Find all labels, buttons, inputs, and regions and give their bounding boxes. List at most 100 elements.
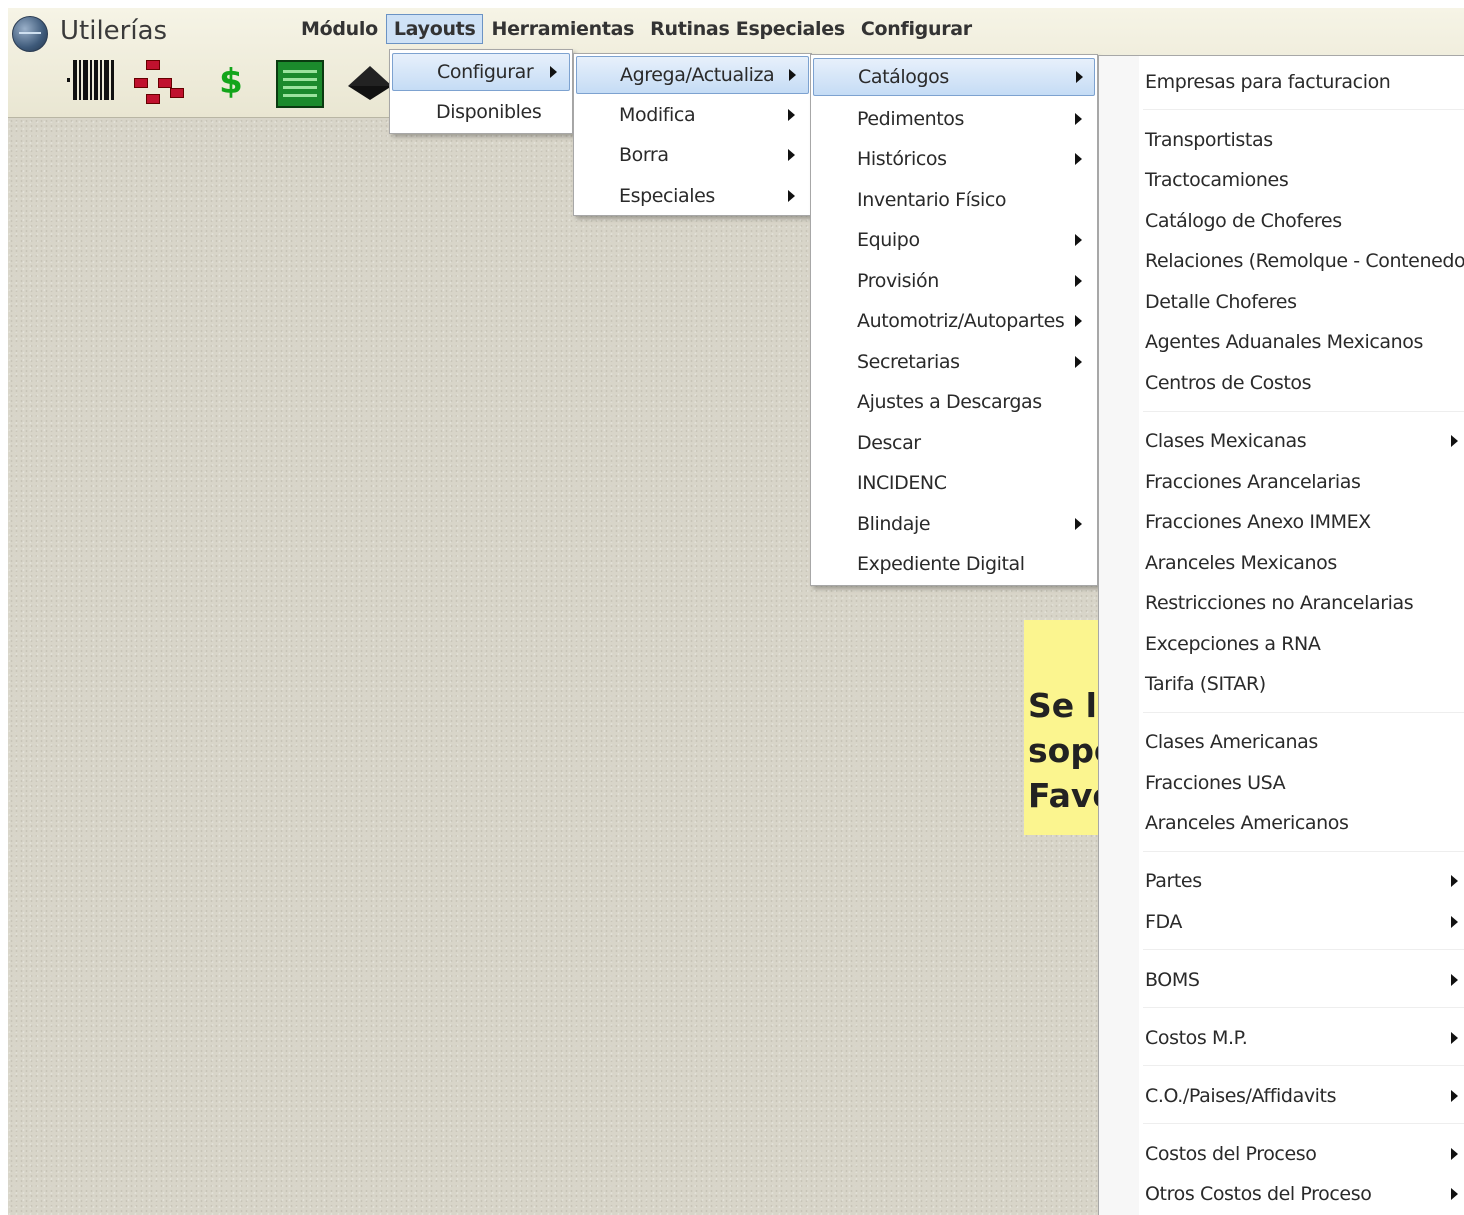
- menu-item-historicos[interactable]: Históricos: [813, 141, 1095, 177]
- submenu-arrow-icon: [1075, 518, 1082, 530]
- menu-item-fracciones-usa[interactable]: Fracciones USA: [1101, 765, 1462, 801]
- menu-item-label: Inventario Físico: [857, 189, 1007, 211]
- menu-item-secretarias[interactable]: Secretarias: [813, 344, 1095, 380]
- menu-item-label: Otros Costos del Proceso: [1145, 1183, 1372, 1205]
- submenu-arrow-icon: [1451, 916, 1458, 928]
- menu-separator: [1143, 411, 1464, 413]
- menu-item-label: Configurar: [437, 61, 534, 83]
- ledger-icon[interactable]: [276, 60, 324, 108]
- menu-item-label: Centros de Costos: [1145, 372, 1312, 394]
- menu-item-label: Excepciones a RNA: [1145, 633, 1321, 655]
- menu-item-equipo[interactable]: Equipo: [813, 222, 1095, 258]
- menu-item-co-paises-affidavits[interactable]: C.O./Paises/Affidavits: [1101, 1078, 1462, 1114]
- submenu-arrow-icon: [788, 149, 795, 161]
- menu-item-boms[interactable]: BOMS: [1101, 962, 1462, 998]
- menu-item-label: Expediente Digital: [857, 553, 1025, 575]
- menu-item-pedimentos[interactable]: Pedimentos: [813, 101, 1095, 137]
- menu-item-agrega-actualiza[interactable]: Agrega/Actualiza: [576, 56, 809, 94]
- submenu-arrow-icon: [789, 69, 796, 81]
- menu-item-descar[interactable]: Descar: [813, 425, 1095, 461]
- submenu-arrow-icon: [1075, 113, 1082, 125]
- menu-item-empresas-para-facturacion[interactable]: Empresas para facturacion: [1101, 64, 1462, 100]
- app-title: Utilerías: [60, 16, 168, 46]
- menu-item-label: Catálogo de Choferes: [1145, 210, 1342, 232]
- menu-item-partes[interactable]: Partes: [1101, 863, 1462, 899]
- network-icon[interactable]: [134, 60, 186, 108]
- menu-item-incidenc[interactable]: INCIDENC: [813, 465, 1095, 501]
- menu-item-tractocamiones[interactable]: Tractocamiones: [1101, 162, 1462, 198]
- menu-item-clases-americanas[interactable]: Clases Americanas: [1101, 724, 1462, 760]
- menu-item-label: Ajustes a Descargas: [857, 391, 1042, 413]
- menu-item-label: Relaciones (Remolque - Contenedor): [1145, 250, 1464, 272]
- menu-separator: [1143, 1123, 1464, 1125]
- menu-item-label: Costos del Proceso: [1145, 1143, 1317, 1165]
- submenu-arrow-icon: [1076, 71, 1083, 83]
- menu-item-borra[interactable]: Borra: [576, 137, 809, 173]
- menu-item-costos-mp[interactable]: Costos M.P.: [1101, 1020, 1462, 1056]
- menu-item-label: Clases Mexicanas: [1145, 430, 1307, 452]
- menu-item-restricciones-no-arancelarias[interactable]: Restricciones no Arancelarias: [1101, 585, 1462, 621]
- menu-item-transportistas[interactable]: Transportistas: [1101, 122, 1462, 158]
- menu-item-blindaje[interactable]: Blindaje: [813, 506, 1095, 542]
- menu-item-aranceles-americanos[interactable]: Aranceles Americanos: [1101, 805, 1462, 841]
- barcode-icon[interactable]: [65, 60, 117, 104]
- menu-item-inventario-fisico[interactable]: Inventario Físico: [813, 182, 1095, 218]
- menu-item-configurar[interactable]: Configurar: [392, 53, 570, 91]
- menu-item-especiales[interactable]: Especiales: [576, 178, 809, 214]
- menu-item-label: Secretarias: [857, 351, 960, 373]
- menu-item-label: Transportistas: [1145, 129, 1273, 151]
- layouts-menu: Configurar Disponibles: [389, 49, 573, 134]
- menu-item-excepciones-a-rna[interactable]: Excepciones a RNA: [1101, 626, 1462, 662]
- menu-item-aranceles-mexicanos[interactable]: Aranceles Mexicanos: [1101, 545, 1462, 581]
- menu-item-relaciones-remolque-contenedor[interactable]: Relaciones (Remolque - Contenedor): [1101, 243, 1464, 279]
- menu-item-label: Costos M.P.: [1145, 1027, 1248, 1049]
- submenu-arrow-icon: [1451, 974, 1458, 986]
- menu-item-catalogo-de-choferes[interactable]: Catálogo de Choferes: [1101, 203, 1462, 239]
- menu-item-provision[interactable]: Provisión: [813, 263, 1095, 299]
- menu-configurar[interactable]: Configurar: [853, 14, 980, 44]
- menu-separator: [1143, 1065, 1464, 1067]
- menu-separator: [1143, 949, 1464, 951]
- menu-item-modifica[interactable]: Modifica: [576, 97, 809, 133]
- menu-herramientas[interactable]: Herramientas: [483, 14, 642, 44]
- submenu-arrow-icon: [1451, 1032, 1458, 1044]
- diamond-icon[interactable]: [340, 60, 394, 114]
- menu-item-label: Borra: [619, 144, 669, 166]
- menu-item-label: Agrega/Actualiza: [620, 64, 775, 86]
- submenu-arrow-icon: [788, 109, 795, 121]
- menu-bar: Módulo Layouts Herramientas Rutinas Espe…: [293, 14, 980, 44]
- menu-item-label: Detalle Choferes: [1145, 291, 1297, 313]
- menu-item-label: Blindaje: [857, 513, 931, 535]
- menu-item-tarifa-sitar[interactable]: Tarifa (SITAR): [1101, 666, 1462, 702]
- dollar-icon[interactable]: $: [218, 60, 244, 104]
- menu-item-label: Tarifa (SITAR): [1145, 673, 1266, 695]
- menu-item-otros-costos-del-proceso[interactable]: Otros Costos del Proceso: [1101, 1176, 1462, 1212]
- menu-item-label: Automotriz/Autopartes: [857, 310, 1065, 332]
- menu-item-expediente-digital[interactable]: Expediente Digital: [813, 546, 1095, 582]
- menu-item-ajustes-a-descargas[interactable]: Ajustes a Descargas: [813, 384, 1095, 420]
- menu-item-label: Especiales: [619, 185, 715, 207]
- submenu-arrow-icon: [1451, 435, 1458, 447]
- menu-item-fda[interactable]: FDA: [1101, 904, 1462, 940]
- menu-item-label: Agentes Aduanales Mexicanos: [1145, 331, 1423, 353]
- menu-item-disponibles[interactable]: Disponibles: [392, 94, 570, 130]
- menu-item-label: Equipo: [857, 229, 920, 251]
- menu-item-agentes-aduanales-mexicanos[interactable]: Agentes Aduanales Mexicanos: [1101, 324, 1462, 360]
- configurar-menu: Agrega/Actualiza Modifica Borra Especial…: [573, 53, 812, 216]
- menu-item-catalogos[interactable]: Catálogos: [813, 58, 1095, 96]
- menu-rutinas-especiales[interactable]: Rutinas Especiales: [642, 14, 853, 44]
- menu-modulo[interactable]: Módulo: [293, 14, 386, 44]
- menu-item-label: Aranceles Americanos: [1145, 812, 1349, 834]
- submenu-arrow-icon: [1451, 1148, 1458, 1160]
- menu-layouts[interactable]: Layouts: [385, 14, 484, 44]
- menu-item-fracciones-anexo-immex[interactable]: Fracciones Anexo IMMEX: [1101, 504, 1462, 540]
- menu-separator: [1143, 712, 1464, 714]
- menu-item-label: Catálogos: [858, 66, 949, 88]
- menu-item-costos-del-proceso[interactable]: Costos del Proceso: [1101, 1136, 1462, 1172]
- menu-item-detalle-choferes[interactable]: Detalle Choferes: [1101, 284, 1462, 320]
- menu-item-fracciones-arancelarias[interactable]: Fracciones Arancelarias: [1101, 464, 1462, 500]
- menu-item-clases-mexicanas[interactable]: Clases Mexicanas: [1101, 423, 1462, 459]
- menu-item-automotriz-autopartes[interactable]: Automotriz/Autopartes: [813, 303, 1095, 339]
- menu-item-label: Disponibles: [436, 101, 542, 123]
- menu-item-centros-de-costos[interactable]: Centros de Costos: [1101, 365, 1462, 401]
